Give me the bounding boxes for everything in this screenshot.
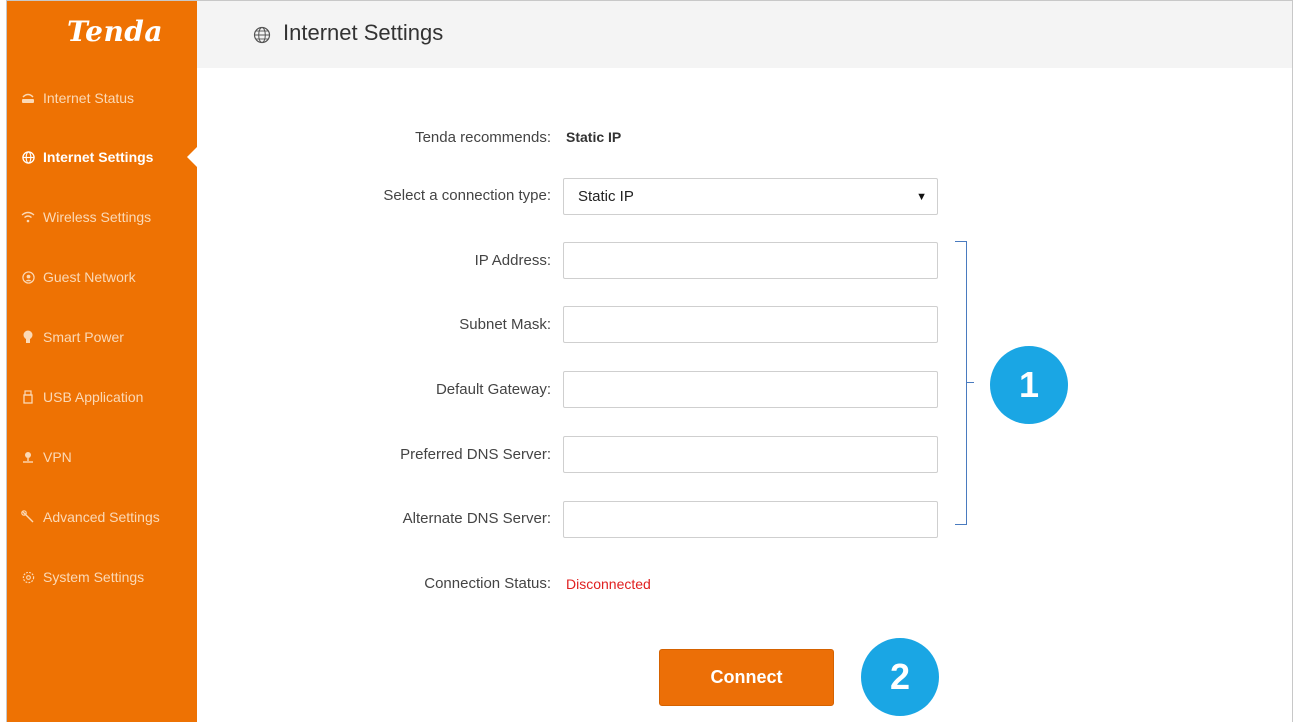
window-frame [6, 0, 1293, 722]
sidebar-item-smart-power[interactable]: Smart Power [7, 317, 197, 357]
sidebar-item-wireless-settings[interactable]: Wireless Settings [7, 197, 197, 237]
sidebar-item-usb-application[interactable]: USB Application [7, 377, 197, 417]
sidebar-item-label: VPN [43, 449, 72, 465]
tenda-logo: Tenda [67, 15, 164, 48]
callout-bracket-tick [966, 382, 974, 383]
sidebar-item-guest-network[interactable]: Guest Network [7, 257, 197, 297]
subnet-mask-field[interactable] [563, 306, 938, 343]
sidebar-item-internet-settings[interactable]: Internet Settings [7, 137, 197, 177]
page-header: Internet Settings [197, 1, 1292, 68]
sidebar-item-label: USB Application [43, 389, 144, 405]
preferred-dns-label: Preferred DNS Server: [400, 446, 551, 463]
gear-icon [19, 569, 37, 585]
connection-type-select[interactable]: Static IP ▼ [563, 178, 938, 215]
sidebar-item-label: Advanced Settings [43, 509, 160, 525]
sidebar-item-advanced-settings[interactable]: Advanced Settings [7, 497, 197, 537]
ip-address-label: IP Address: [474, 252, 551, 269]
alternate-dns-label: Alternate DNS Server: [402, 510, 551, 527]
connect-button[interactable]: Connect [659, 649, 834, 706]
globe-icon [253, 24, 271, 44]
connection-status-value: Disconnected [566, 576, 651, 592]
connection-type-value: Static IP [578, 188, 634, 205]
globe-icon [19, 149, 37, 165]
default-gateway-label: Default Gateway: [435, 381, 551, 398]
vpn-icon [19, 449, 37, 465]
page-title-text: Internet Settings [283, 20, 444, 45]
sidebar-item-label: Guest Network [43, 269, 136, 285]
sidebar: Tenda Internet Status Internet Settings … [7, 1, 197, 722]
sidebar-item-label: Smart Power [43, 329, 124, 345]
ip-address-field[interactable] [563, 242, 938, 279]
router-icon [19, 90, 37, 106]
usb-icon [19, 389, 37, 405]
page-title: Internet Settings [253, 20, 443, 46]
callout-badge-1: 1 [990, 346, 1068, 424]
sidebar-item-label: Internet Status [43, 90, 135, 106]
sidebar-item-internet-status[interactable]: Internet Status [7, 78, 197, 118]
alternate-dns-field[interactable] [563, 501, 938, 538]
default-gateway-field[interactable] [563, 371, 938, 408]
callout-badge-2: 2 [861, 638, 939, 716]
connection-type-label: Select a connection type: [383, 187, 551, 204]
sidebar-item-label: Internet Settings [43, 149, 154, 165]
recommend-label: Tenda recommends: [415, 129, 551, 146]
wrench-icon [19, 509, 37, 525]
sidebar-item-label: System Settings [43, 569, 145, 585]
guest-icon [19, 269, 37, 285]
preferred-dns-field[interactable] [563, 436, 938, 473]
sidebar-item-vpn[interactable]: VPN [7, 437, 197, 477]
sidebar-item-label: Wireless Settings [43, 209, 152, 225]
dropdown-arrow-icon: ▼ [916, 191, 927, 203]
sidebar-item-system-settings[interactable]: System Settings [7, 557, 197, 597]
subnet-mask-label: Subnet Mask: [459, 316, 551, 333]
connection-status-label: Connection Status: [424, 575, 551, 592]
bulb-icon [19, 329, 37, 345]
recommend-value: Static IP [566, 129, 622, 145]
wifi-icon [19, 209, 37, 225]
callout-bracket [955, 241, 967, 525]
